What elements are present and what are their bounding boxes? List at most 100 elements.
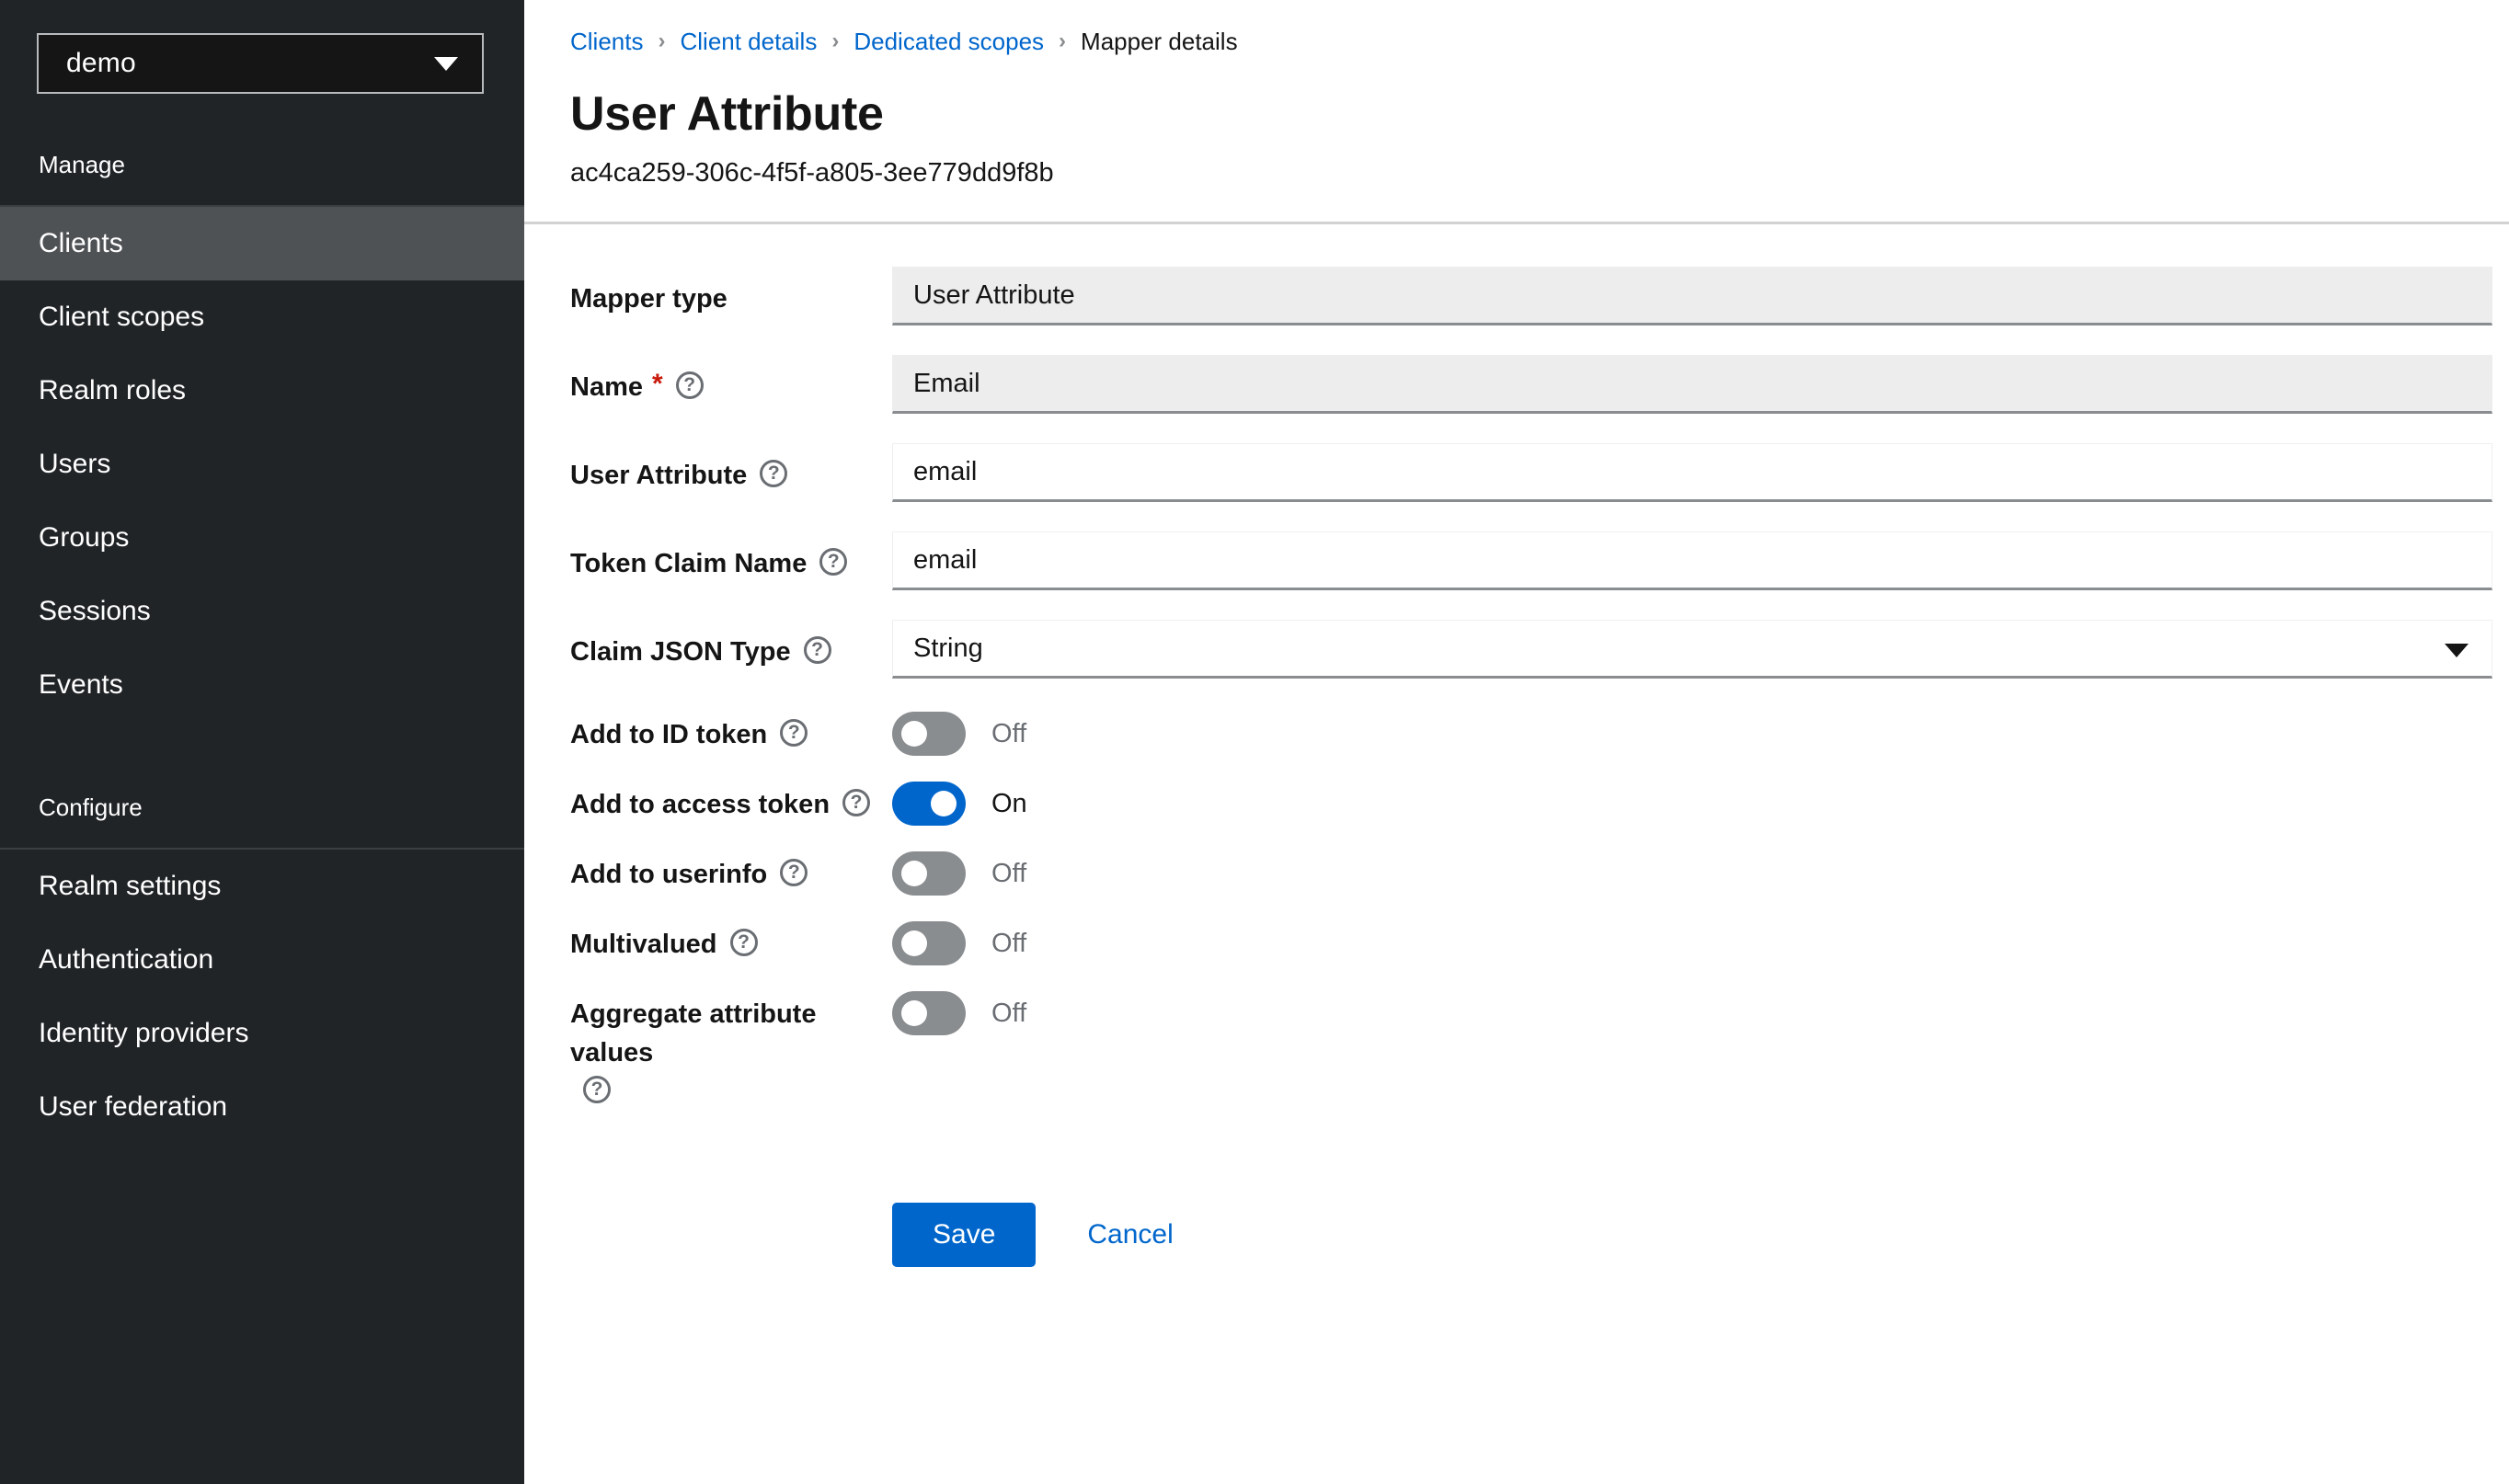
help-icon[interactable]: ? bbox=[729, 929, 758, 956]
field-label-multivalued: Multivalued ? bbox=[570, 918, 892, 964]
toggle-area: Off bbox=[892, 848, 1026, 896]
help-icon[interactable]: ? bbox=[842, 789, 871, 816]
sidebar-filler bbox=[0, 1144, 524, 1484]
nav-section-manage: Manage Clients Client scopes Realm roles… bbox=[0, 131, 524, 722]
label-text: Token Claim Name bbox=[570, 549, 808, 578]
sidebar-item-label: Events bbox=[39, 669, 123, 700]
add-to-userinfo-state: Off bbox=[991, 858, 1027, 888]
sidebar-item-identity-providers[interactable]: Identity providers bbox=[0, 997, 524, 1070]
help-icon[interactable]: ? bbox=[803, 636, 831, 664]
field-area bbox=[892, 531, 2492, 590]
help-icon[interactable]: ? bbox=[780, 719, 808, 747]
user-attribute-input[interactable] bbox=[892, 443, 2492, 502]
mapper-type-input[interactable] bbox=[892, 267, 2492, 325]
multivalued-toggle[interactable] bbox=[892, 921, 966, 965]
sidebar-item-authentication[interactable]: Authentication bbox=[0, 923, 524, 997]
token-claim-name-input[interactable] bbox=[892, 531, 2492, 590]
toggle-knob bbox=[901, 930, 927, 956]
sidebar-item-sessions[interactable]: Sessions bbox=[0, 575, 524, 648]
nav-section-configure: Configure Realm settings Authentication … bbox=[0, 773, 524, 1144]
label-text: Add to userinfo bbox=[570, 860, 768, 889]
label-text: Mapper type bbox=[570, 284, 727, 314]
sidebar-item-clients[interactable]: Clients bbox=[0, 207, 524, 280]
chevron-down-icon bbox=[434, 56, 458, 71]
help-icon[interactable]: ? bbox=[780, 859, 808, 886]
sidebar-item-client-scopes[interactable]: Client scopes bbox=[0, 280, 524, 354]
field-label-mapper-type: Mapper type bbox=[570, 267, 892, 318]
sidebar: demo Manage Clients Client scopes Realm … bbox=[0, 0, 524, 1484]
select-value: String bbox=[913, 633, 983, 663]
sidebar-item-label: User federation bbox=[39, 1091, 228, 1122]
field-area bbox=[892, 267, 2492, 325]
toggle-area: Off bbox=[892, 708, 1026, 756]
toggle-knob bbox=[901, 721, 927, 747]
help-icon[interactable]: ? bbox=[760, 460, 788, 487]
form-row-add-to-id-token: Add to ID token ? Off bbox=[570, 708, 2509, 756]
field-area bbox=[892, 355, 2492, 414]
sidebar-item-label: Realm settings bbox=[39, 871, 222, 901]
admin-console-page: demo Manage Clients Client scopes Realm … bbox=[0, 0, 2509, 1484]
field-label-claim-json-type: Claim JSON Type ? bbox=[570, 620, 892, 671]
form-row-aggregate-attribute-values: Aggregate attribute values ? Off bbox=[570, 987, 2509, 1104]
form-row-token-claim-name: Token Claim Name ? bbox=[570, 531, 2509, 590]
aggregate-attribute-values-toggle[interactable] bbox=[892, 991, 966, 1035]
add-to-id-token-state: Off bbox=[991, 718, 1027, 748]
sidebar-item-user-federation[interactable]: User federation bbox=[0, 1070, 524, 1144]
breadcrumb-item-mapper-details: Mapper details bbox=[1081, 27, 1238, 55]
breadcrumb-item-client-details[interactable]: Client details bbox=[680, 28, 817, 56]
sidebar-item-label: Groups bbox=[39, 522, 130, 553]
toggle-area: On bbox=[892, 778, 1027, 826]
sidebar-item-realm-settings[interactable]: Realm settings bbox=[0, 850, 524, 923]
toggle-knob bbox=[931, 791, 957, 816]
breadcrumb-item-dedicated-scopes[interactable]: Dedicated scopes bbox=[854, 28, 1044, 56]
cancel-button[interactable]: Cancel bbox=[1076, 1203, 1184, 1267]
label-text: Name bbox=[570, 372, 643, 402]
field-label-name: Name * ? bbox=[570, 355, 892, 406]
toggle-knob bbox=[901, 861, 927, 886]
help-icon[interactable]: ? bbox=[819, 548, 848, 576]
toggle-area: Off bbox=[892, 987, 1026, 1035]
field-label-add-to-id-token: Add to ID token ? bbox=[570, 708, 892, 754]
realm-selector-container: demo bbox=[0, 0, 524, 131]
sidebar-item-users[interactable]: Users bbox=[0, 428, 524, 501]
main-content: Clients › Client details › Dedicated sco… bbox=[524, 0, 2509, 1484]
field-label-token-claim-name: Token Claim Name ? bbox=[570, 531, 892, 583]
realm-selector[interactable]: demo bbox=[37, 33, 484, 94]
field-area: String bbox=[892, 620, 2492, 679]
form-row-mapper-type: Mapper type bbox=[570, 267, 2509, 325]
sidebar-item-events[interactable]: Events bbox=[0, 648, 524, 722]
label-text: Add to ID token bbox=[570, 720, 768, 749]
nav-list-configure: Realm settings Authentication Identity p… bbox=[0, 850, 524, 1144]
label-text: Add to access token bbox=[570, 790, 831, 819]
add-to-access-token-toggle[interactable] bbox=[892, 782, 966, 826]
field-label-aggregate-attribute-values: Aggregate attribute values ? bbox=[570, 987, 892, 1104]
help-icon[interactable]: ? bbox=[583, 1076, 611, 1104]
add-to-access-token-state: On bbox=[991, 788, 1027, 818]
claim-json-type-select[interactable]: String bbox=[892, 620, 2492, 679]
sidebar-item-label: Sessions bbox=[39, 596, 151, 626]
breadcrumb-separator-icon: › bbox=[831, 29, 840, 53]
sidebar-item-label: Clients bbox=[39, 228, 123, 258]
nav-section-title-manage: Manage bbox=[39, 151, 125, 178]
sidebar-item-groups[interactable]: Groups bbox=[0, 501, 524, 575]
form-row-name: Name * ? bbox=[570, 355, 2509, 414]
field-label-user-attribute: User Attribute ? bbox=[570, 443, 892, 495]
form-row-claim-json-type: Claim JSON Type ? String bbox=[570, 620, 2509, 679]
help-icon[interactable]: ? bbox=[675, 371, 704, 399]
form-row-multivalued: Multivalued ? Off bbox=[570, 918, 2509, 965]
sidebar-item-label: Identity providers bbox=[39, 1018, 249, 1048]
sidebar-item-realm-roles[interactable]: Realm roles bbox=[0, 354, 524, 428]
required-asterisk: * bbox=[652, 369, 663, 399]
name-input[interactable] bbox=[892, 355, 2492, 414]
toggle-area: Off bbox=[892, 918, 1026, 965]
mapper-details-form: Mapper type Name * ? U bbox=[524, 224, 2509, 1268]
save-button[interactable]: Save bbox=[892, 1203, 1037, 1268]
nav-list-manage: Clients Client scopes Realm roles Users … bbox=[0, 207, 524, 722]
add-to-userinfo-toggle[interactable] bbox=[892, 851, 966, 896]
add-to-id-token-toggle[interactable] bbox=[892, 712, 966, 756]
breadcrumb: Clients › Client details › Dedicated sco… bbox=[570, 20, 2509, 63]
breadcrumb-item-clients[interactable]: Clients bbox=[570, 28, 643, 56]
label-text: Claim JSON Type bbox=[570, 637, 791, 667]
page-header: Clients › Client details › Dedicated sco… bbox=[524, 0, 2509, 224]
